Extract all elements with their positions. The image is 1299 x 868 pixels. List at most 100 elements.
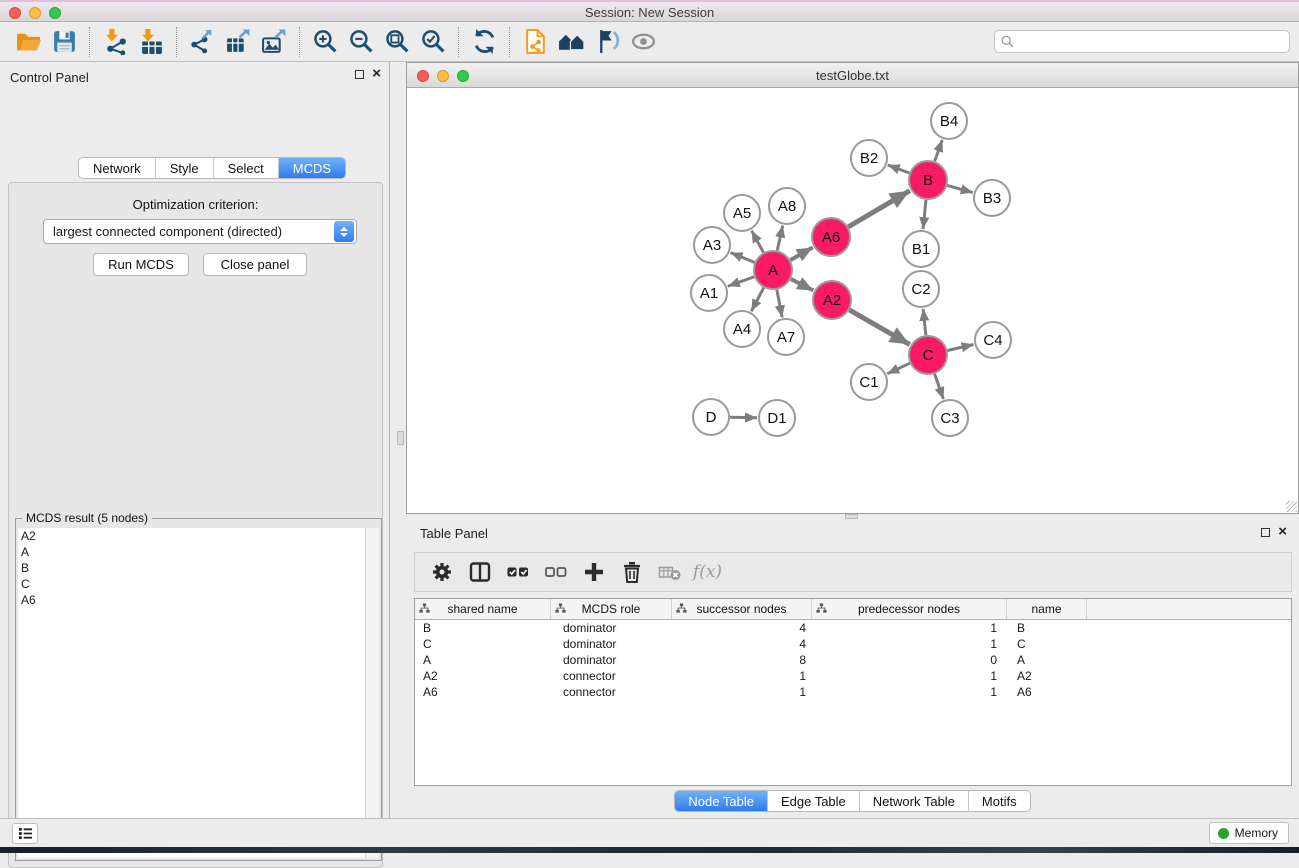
graph-node-A5[interactable]: A5 xyxy=(724,195,760,231)
column-header-shared-name[interactable]: shared name xyxy=(415,599,551,619)
import-network-button[interactable] xyxy=(97,25,133,59)
graph-edge-C-C4[interactable] xyxy=(947,344,973,350)
export-table-button[interactable] xyxy=(220,25,256,59)
new-network-from-selection-button[interactable] xyxy=(517,25,553,59)
table-cell[interactable]: B xyxy=(415,620,551,636)
network-canvas[interactable]: AA1A2A3A4A5A6A7A8BB1B2B3B4CC1C2C3C4DD1 xyxy=(407,88,1298,513)
graph-node-A4[interactable]: A4 xyxy=(724,311,760,347)
add-column-button[interactable] xyxy=(579,557,608,587)
graph-node-D1[interactable]: D1 xyxy=(759,400,795,436)
column-header-mcds-role[interactable]: MCDS role xyxy=(551,599,672,619)
graph-node-A3[interactable]: A3 xyxy=(694,227,730,263)
table-cell[interactable]: C xyxy=(1007,636,1087,652)
table-row[interactable]: A6connector11A6 xyxy=(415,684,1291,700)
table-cell[interactable]: 4 xyxy=(672,620,812,636)
result-item[interactable]: C xyxy=(18,576,365,592)
network-window-titlebar[interactable]: testGlobe.txt xyxy=(407,63,1298,88)
table-cell[interactable]: A2 xyxy=(415,668,551,684)
run-mcds-button[interactable]: Run MCDS xyxy=(93,253,189,276)
graph-node-C1[interactable]: C1 xyxy=(851,364,887,400)
zoom-in-button[interactable] xyxy=(307,25,343,59)
zoom-fit-button[interactable] xyxy=(379,25,415,59)
home-view-button[interactable] xyxy=(553,25,589,59)
graph-node-D[interactable]: D xyxy=(693,399,729,435)
delete-table-button[interactable] xyxy=(655,557,684,587)
table-cell[interactable]: connector xyxy=(551,668,672,684)
float-panel-icon[interactable] xyxy=(1261,528,1270,537)
tab-edge-table[interactable]: Edge Table xyxy=(768,791,860,811)
graph-edge-A-A7[interactable] xyxy=(777,290,782,318)
tab-select[interactable]: Select xyxy=(214,158,279,178)
table-cell[interactable]: 8 xyxy=(672,652,812,668)
tab-motifs[interactable]: Motifs xyxy=(969,791,1030,811)
graph-edge-A-A8[interactable] xyxy=(777,226,782,251)
table-cell[interactable]: 1 xyxy=(812,684,1007,700)
import-table-button[interactable] xyxy=(133,25,169,59)
close-panel-button[interactable]: Close panel xyxy=(203,253,307,276)
graph-edge-A-A5[interactable] xyxy=(752,231,764,253)
refresh-network-button[interactable] xyxy=(466,25,502,59)
table-cell[interactable]: 1 xyxy=(812,668,1007,684)
table-row[interactable]: Bdominator41B xyxy=(415,620,1291,636)
column-header-predecessor-nodes[interactable]: predecessor nodes xyxy=(812,599,1007,619)
table-cell[interactable]: A6 xyxy=(415,684,551,700)
result-item[interactable]: A xyxy=(18,544,365,560)
export-image-button[interactable] xyxy=(256,25,292,59)
graph-edge-A2-C[interactable] xyxy=(849,310,909,345)
save-session-button[interactable] xyxy=(46,25,82,59)
table-row[interactable]: Cdominator41C xyxy=(415,636,1291,652)
graph-edge-B-B1[interactable] xyxy=(923,200,926,229)
graph-node-B1[interactable]: B1 xyxy=(903,231,939,267)
graph-node-C3[interactable]: C3 xyxy=(932,400,968,436)
table-cell[interactable]: 1 xyxy=(812,620,1007,636)
table-cell[interactable]: 1 xyxy=(672,684,812,700)
table-cell[interactable] xyxy=(1087,652,1291,668)
close-panel-icon[interactable]: × xyxy=(1278,527,1287,537)
select-all-button[interactable] xyxy=(503,557,532,587)
table-cell[interactable] xyxy=(1087,684,1291,700)
table-cell[interactable]: A2 xyxy=(1007,668,1087,684)
table-cell[interactable]: B xyxy=(1007,620,1087,636)
column-header-name[interactable]: name xyxy=(1007,599,1087,619)
graph-node-B4[interactable]: B4 xyxy=(931,103,967,139)
tab-node-table[interactable]: Node Table xyxy=(675,791,768,811)
table-cell[interactable] xyxy=(1087,620,1291,636)
network-graph[interactable]: AA1A2A3A4A5A6A7A8BB1B2B3B4CC1C2C3C4DD1 xyxy=(407,88,1298,513)
graph-edge-C-C3[interactable] xyxy=(935,374,944,399)
tab-network[interactable]: Network xyxy=(79,158,156,178)
graph-node-C4[interactable]: C4 xyxy=(975,322,1011,358)
resize-grip[interactable] xyxy=(1286,501,1297,512)
table-cell[interactable]: 1 xyxy=(672,668,812,684)
graph-node-A6[interactable]: A6 xyxy=(812,218,850,256)
close-panel-icon[interactable]: × xyxy=(372,69,381,79)
zoom-selected-button[interactable] xyxy=(415,25,451,59)
float-panel-icon[interactable] xyxy=(355,70,364,79)
task-history-button[interactable] xyxy=(12,823,38,844)
table-cell[interactable]: dominator xyxy=(551,636,672,652)
table-cell[interactable]: 1 xyxy=(812,636,1007,652)
table-cell[interactable]: A xyxy=(1007,652,1087,668)
open-file-button[interactable] xyxy=(10,25,46,59)
graph-edge-C-C2[interactable] xyxy=(923,309,926,335)
table-cell[interactable]: dominator xyxy=(551,620,672,636)
graph-edge-B-B3[interactable] xyxy=(947,185,972,192)
optimization-criterion-dropdown[interactable]: largest connected component (directed) xyxy=(43,219,357,244)
export-network-button[interactable] xyxy=(184,25,220,59)
graph-node-C2[interactable]: C2 xyxy=(903,271,939,307)
graph-node-A8[interactable]: A8 xyxy=(769,188,805,224)
memory-button[interactable]: Memory xyxy=(1209,822,1289,844)
table-cell[interactable]: 0 xyxy=(812,652,1007,668)
table-cell[interactable] xyxy=(1087,668,1291,684)
graph-edge-A6-B[interactable] xyxy=(848,191,910,227)
show-hide-button[interactable] xyxy=(625,25,661,59)
table-options-button[interactable] xyxy=(427,557,456,587)
zoom-out-button[interactable] xyxy=(343,25,379,59)
show-columns-button[interactable] xyxy=(465,557,494,587)
graph-node-B3[interactable]: B3 xyxy=(974,180,1010,216)
graph-edge-C-C1[interactable] xyxy=(887,363,910,373)
table-cell[interactable] xyxy=(1087,636,1291,652)
graph-node-A2[interactable]: A2 xyxy=(813,281,851,319)
node-table[interactable]: shared name MCDS role successor nodes pr… xyxy=(414,598,1292,786)
graph-node-A[interactable]: A xyxy=(754,251,792,289)
graph-edge-B-B2[interactable] xyxy=(888,165,910,173)
